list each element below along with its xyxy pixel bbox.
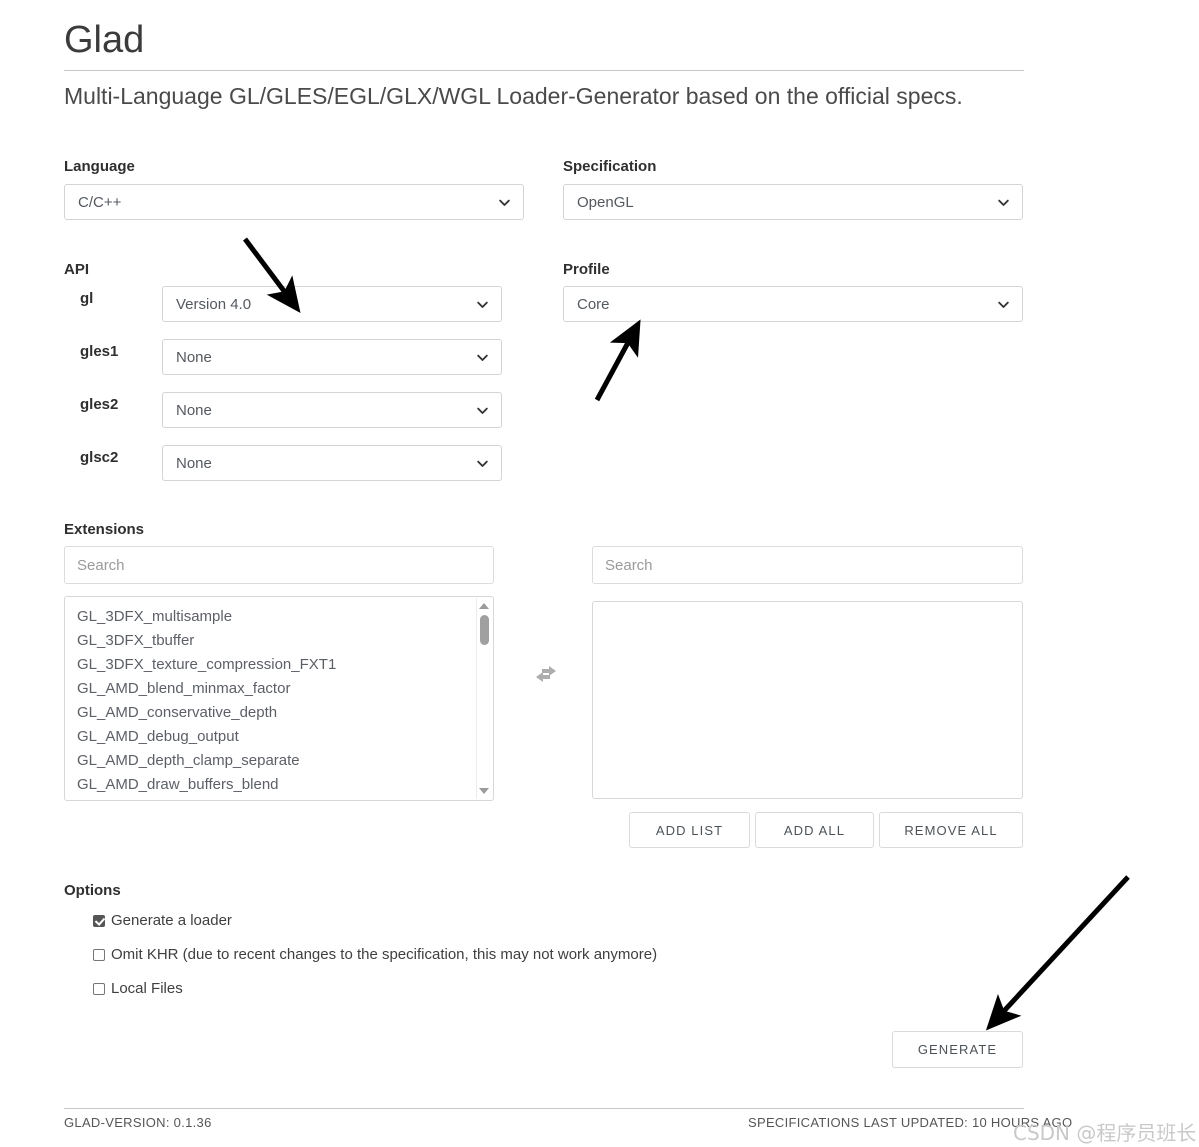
- api-select-gles1[interactable]: None: [162, 339, 502, 375]
- footer-divider: [64, 1108, 1024, 1109]
- scroll-up-arrow-icon[interactable]: [479, 603, 489, 609]
- api-select-gles2[interactable]: None: [162, 392, 502, 428]
- chevron-down-icon: [499, 199, 510, 206]
- extension-list-item[interactable]: GL_3DFX_multisample: [77, 605, 385, 629]
- chevron-down-icon: [477, 407, 488, 414]
- option-local-files[interactable]: Local Files: [93, 980, 183, 997]
- selected-extensions-search-placeholder: Search: [605, 556, 653, 574]
- language-label: Language: [64, 158, 135, 175]
- generate-button[interactable]: GENERATE: [892, 1031, 1023, 1068]
- page-subtitle: Multi-Language GL/GLES/EGL/GLX/WGL Loade…: [64, 83, 963, 109]
- profile-select[interactable]: Core: [563, 286, 1023, 322]
- extensions-search-input[interactable]: Search: [64, 546, 494, 584]
- option-omit-khr[interactable]: Omit KHR (due to recent changes to the s…: [93, 946, 657, 963]
- extension-list-item[interactable]: GL_3DFX_texture_compression_FXT1: [77, 653, 385, 677]
- local-files-checkbox[interactable]: [93, 982, 105, 995]
- chevron-down-icon: [477, 301, 488, 308]
- available-extensions-items: GL_3DFX_multisample GL_3DFX_tbuffer GL_3DF…: [65, 597, 385, 800]
- generate-loader-checkbox[interactable]: [93, 914, 105, 927]
- available-extensions-list[interactable]: GL_3DFX_multisample GL_3DFX_tbuffer GL_3DF…: [64, 596, 494, 801]
- language-select[interactable]: C/C++: [64, 184, 524, 220]
- swap-horizontal-icon[interactable]: [533, 663, 559, 683]
- extension-list-item[interactable]: GL_3DFX_tbuffer: [77, 629, 385, 653]
- page-header: Glad Multi-Language GL/GLES/EGL/GLX/WGL …: [64, 18, 1024, 111]
- specifications-updated-text: SPECIFICATIONS LAST UPDATED: 10 HOURS AG…: [748, 1115, 1073, 1130]
- glad-generator-page: Glad Multi-Language GL/GLES/EGL/GLX/WGL …: [0, 0, 1199, 1147]
- remove-all-button[interactable]: REMOVE ALL: [879, 812, 1023, 848]
- option-generate-loader[interactable]: Generate a loader: [93, 912, 232, 929]
- arrow-to-profile: [594, 319, 641, 402]
- option-local-files-label: Local Files: [111, 980, 183, 997]
- extension-list-item[interactable]: GL_AMD_draw_buffers_blend: [77, 773, 385, 797]
- csdn-watermark: CSDN @程序员班长: [1013, 1121, 1197, 1145]
- extension-list-item[interactable]: GL_AMD_debug_output: [77, 725, 385, 749]
- option-generate-loader-label: Generate a loader: [111, 912, 232, 929]
- chevron-down-icon: [998, 301, 1009, 308]
- api-select-glsc2-value: None: [176, 454, 212, 472]
- add-all-button[interactable]: ADD ALL: [755, 812, 874, 848]
- omit-khr-checkbox[interactable]: [93, 948, 105, 961]
- extension-list-item[interactable]: GL_AMD_blend_minmax_factor: [77, 677, 385, 701]
- options-label: Options: [64, 882, 121, 899]
- add-list-button[interactable]: ADD LIST: [629, 812, 750, 848]
- specification-label: Specification: [563, 158, 657, 175]
- api-row-label-gl: gl: [80, 290, 94, 307]
- selected-extensions-search-input[interactable]: Search: [592, 546, 1023, 584]
- specification-select[interactable]: OpenGL: [563, 184, 1023, 220]
- extension-list-item[interactable]: GL_AMD_conservative_depth: [77, 701, 385, 725]
- api-select-gles1-value: None: [176, 348, 212, 366]
- chevron-down-icon: [998, 199, 1009, 206]
- option-omit-khr-label: Omit KHR (due to recent changes to the s…: [111, 946, 658, 963]
- chevron-down-icon: [477, 460, 488, 467]
- api-select-glsc2[interactable]: None: [162, 445, 502, 481]
- extensions-label: Extensions: [64, 521, 145, 538]
- api-select-gles2-value: None: [176, 401, 212, 419]
- specification-select-value: OpenGL: [577, 193, 634, 211]
- api-row-label-glsc2: glsc2: [80, 449, 119, 466]
- extension-list-item[interactable]: GL_AMD_depth_clamp_separate: [77, 749, 385, 773]
- scroll-down-arrow-icon[interactable]: [479, 788, 489, 794]
- extensions-search-placeholder: Search: [77, 556, 125, 574]
- api-select-gl-value: Version 4.0: [176, 295, 252, 313]
- profile-select-value: Core: [577, 295, 610, 313]
- profile-label: Profile: [563, 261, 610, 278]
- scrollbar-thumb[interactable]: [480, 615, 489, 645]
- arrow-to-generate: [985, 875, 1130, 1031]
- extension-list-item[interactable]: GL_AMD_framebuffer_multisample_advanced: [77, 797, 385, 800]
- selected-extensions-list[interactable]: [592, 601, 1023, 799]
- chevron-down-icon: [477, 354, 488, 361]
- api-label: API: [64, 261, 90, 278]
- api-row-label-gles2: gles2: [80, 396, 119, 413]
- language-select-value: C/C++: [78, 193, 122, 211]
- page-title: Glad: [64, 18, 1024, 71]
- extensions-scrollbar[interactable]: [476, 598, 492, 799]
- glad-version-text: GLAD-VERSION: 0.1.36: [64, 1115, 212, 1130]
- api-select-gl[interactable]: Version 4.0: [162, 286, 502, 322]
- api-row-label-gles1: gles1: [80, 343, 119, 360]
